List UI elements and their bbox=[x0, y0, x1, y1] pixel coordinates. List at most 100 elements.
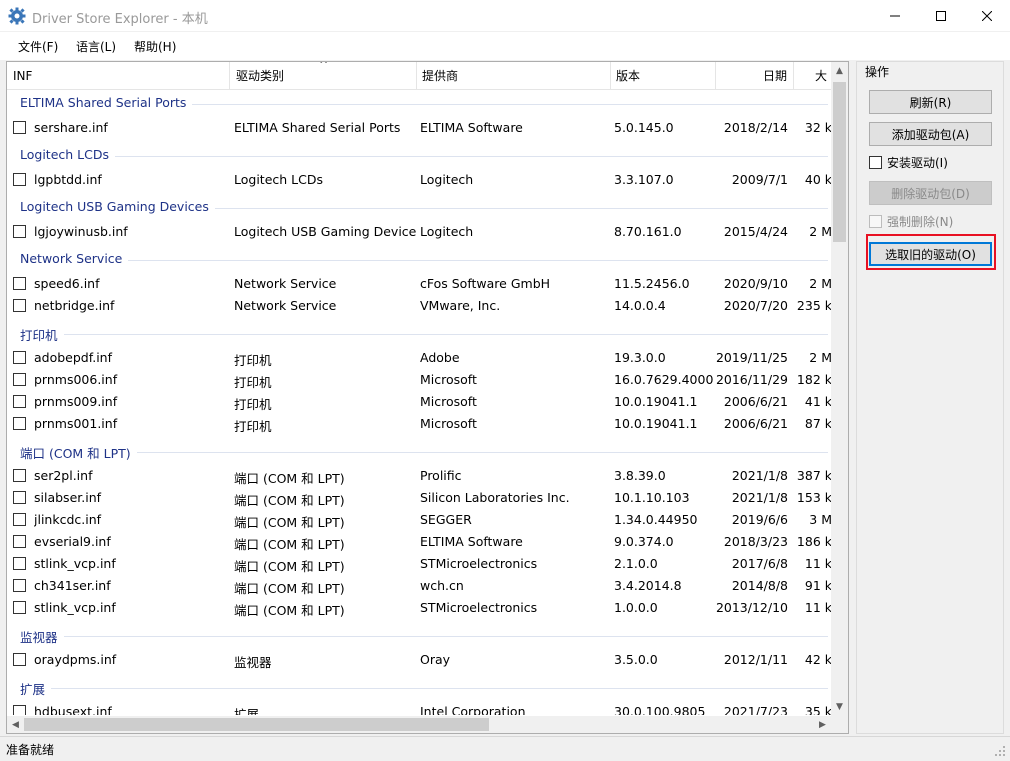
force-delete-checkbox[interactable]: 强制删除(N) bbox=[869, 213, 953, 229]
scroll-right-icon[interactable]: ▶ bbox=[814, 716, 831, 733]
driver-row[interactable]: speed6.inf Network Service cFos Software G… bbox=[7, 272, 831, 294]
provider-cell: Logitech bbox=[420, 172, 474, 187]
class-cell: 监视器 bbox=[234, 655, 272, 670]
row-checkbox[interactable] bbox=[13, 121, 26, 134]
group-label: Network Service bbox=[20, 251, 129, 266]
date-cell: 2021/7/23 bbox=[723, 704, 788, 715]
driver-row[interactable]: stlink_vcp.inf 端口 (COM 和 LPT) STMicroelect… bbox=[7, 552, 831, 574]
class-cell: 打印机 bbox=[234, 375, 272, 390]
provider-cell: STMicroelectronics bbox=[420, 600, 538, 615]
driver-row[interactable]: oraydpms.inf 监视器 Oray 3.5.0.0 2012/1/11 42 k bbox=[7, 648, 831, 670]
date-cell: 2013/12/10 bbox=[715, 600, 788, 615]
driver-row[interactable]: netbridge.inf Network Service VMware, Inc.… bbox=[7, 294, 831, 316]
add-package-button[interactable]: 添加驱动包(A) bbox=[869, 122, 992, 146]
date-cell: 2021/1/8 bbox=[731, 468, 788, 483]
scroll-left-icon[interactable]: ◀ bbox=[7, 716, 24, 733]
row-checkbox[interactable] bbox=[13, 653, 26, 666]
driver-row[interactable]: ser2pl.inf 端口 (COM 和 LPT) Prolific 3.8.39.0… bbox=[7, 464, 831, 486]
class-cell: 端口 (COM 和 LPT) bbox=[234, 515, 345, 530]
group-header[interactable]: 端口 (COM 和 LPT) bbox=[20, 441, 828, 463]
version-cell: 1.34.0.44950 bbox=[614, 512, 698, 527]
checkbox-box[interactable] bbox=[869, 214, 882, 228]
row-checkbox[interactable] bbox=[13, 491, 26, 504]
version-cell: 10.1.10.103 bbox=[614, 490, 690, 505]
group-header[interactable]: 打印机 bbox=[20, 323, 828, 345]
delete-package-button[interactable]: 删除驱动包(D) bbox=[869, 181, 992, 205]
date-cell: 2006/6/21 bbox=[723, 416, 788, 431]
version-cell: 30.0.100.9805 bbox=[614, 704, 706, 715]
driver-row[interactable]: ch341ser.inf 端口 (COM 和 LPT) wch.cn 3.4.2014… bbox=[7, 574, 831, 596]
row-checkbox[interactable] bbox=[13, 173, 26, 186]
driver-row[interactable]: stlink_vcp.inf 端口 (COM 和 LPT) STMicroelect… bbox=[7, 596, 831, 618]
class-cell: 端口 (COM 和 LPT) bbox=[234, 581, 345, 596]
size-cell: 42 k bbox=[804, 652, 831, 667]
row-checkbox[interactable] bbox=[13, 557, 26, 570]
inf-cell: prnms009.inf bbox=[34, 394, 118, 409]
row-checkbox[interactable] bbox=[13, 579, 26, 592]
gear-icon bbox=[8, 7, 26, 25]
group-header[interactable]: ELTIMA Shared Serial Ports bbox=[20, 93, 828, 115]
date-cell: 2019/6/6 bbox=[731, 512, 788, 527]
horizontal-scroll-thumb[interactable] bbox=[24, 718, 489, 731]
driver-row[interactable]: adobepdf.inf 打印机 Adobe 19.3.0.0 2019/11/25 2 … bbox=[7, 346, 831, 368]
menu-help[interactable]: 帮助(H) bbox=[134, 38, 176, 55]
version-cell: 8.70.161.0 bbox=[614, 224, 682, 239]
row-checkbox[interactable] bbox=[13, 513, 26, 526]
date-cell: 2021/1/8 bbox=[731, 490, 788, 505]
group-header[interactable]: 扩展 bbox=[20, 677, 828, 699]
group-header[interactable]: Network Service bbox=[20, 249, 828, 271]
version-cell: 16.0.7629.4000 bbox=[614, 372, 714, 387]
column-header-size[interactable]: 大 bbox=[793, 62, 831, 89]
row-checkbox[interactable] bbox=[13, 417, 26, 430]
driver-row[interactable]: prnms009.inf 打印机 Microsoft 10.0.19041.1 2006… bbox=[7, 390, 831, 412]
maximize-button[interactable] bbox=[918, 0, 964, 32]
driver-row[interactable]: jlinkcdc.inf 端口 (COM 和 LPT) SEGGER 1.34.0.4… bbox=[7, 508, 831, 530]
provider-cell: Intel Corporation bbox=[420, 704, 526, 715]
size-cell: 87 k bbox=[804, 416, 831, 431]
inf-cell: adobepdf.inf bbox=[34, 350, 112, 365]
scroll-up-icon[interactable]: ▲ bbox=[831, 62, 848, 79]
driver-row[interactable]: silabser.inf 端口 (COM 和 LPT) Silicon Labora… bbox=[7, 486, 831, 508]
row-checkbox[interactable] bbox=[13, 705, 26, 715]
row-checkbox[interactable] bbox=[13, 469, 26, 482]
driver-row[interactable]: prnms001.inf 打印机 Microsoft 10.0.19041.1 2006… bbox=[7, 412, 831, 434]
column-header-version[interactable]: 版本 bbox=[610, 62, 715, 89]
driver-row[interactable]: hdbusext.inf 扩展 Intel Corporation 30.0.100.… bbox=[7, 700, 831, 715]
driver-row[interactable]: sershare.inf ELTIMA Shared Serial Ports EL… bbox=[7, 116, 831, 138]
row-checkbox[interactable] bbox=[13, 601, 26, 614]
group-header[interactable]: 监视器 bbox=[20, 625, 828, 647]
vertical-scroll-thumb[interactable] bbox=[833, 82, 846, 242]
vertical-scrollbar[interactable]: ▲ ▼ bbox=[831, 62, 848, 717]
checkbox-box[interactable] bbox=[869, 155, 882, 169]
row-checkbox[interactable] bbox=[13, 395, 26, 408]
resize-grip-icon[interactable] bbox=[994, 745, 1006, 757]
column-header-inf[interactable]: INF bbox=[7, 62, 229, 89]
row-checkbox[interactable] bbox=[13, 373, 26, 386]
group-label: Logitech USB Gaming Devices bbox=[20, 199, 215, 214]
column-header-date[interactable]: 日期 bbox=[715, 62, 793, 89]
row-checkbox[interactable] bbox=[13, 225, 26, 238]
install-driver-checkbox[interactable]: 安装驱动(I) bbox=[869, 154, 948, 170]
menu-language[interactable]: 语言(L) bbox=[76, 38, 116, 55]
driver-row[interactable]: prnms006.inf 打印机 Microsoft 16.0.7629.4000 20… bbox=[7, 368, 831, 390]
scroll-down-icon[interactable]: ▼ bbox=[831, 698, 848, 715]
menu-file[interactable]: 文件(F) bbox=[18, 38, 58, 55]
class-cell: 端口 (COM 和 LPT) bbox=[234, 537, 345, 552]
class-cell: 打印机 bbox=[234, 353, 272, 368]
refresh-button[interactable]: 刷新(R) bbox=[869, 90, 992, 114]
row-checkbox[interactable] bbox=[13, 299, 26, 312]
horizontal-scrollbar[interactable]: ◀ ▶ bbox=[7, 716, 831, 733]
maximize-icon bbox=[936, 11, 946, 21]
column-header-provider[interactable]: 提供商 bbox=[416, 62, 610, 89]
group-header[interactable]: Logitech USB Gaming Devices bbox=[20, 197, 828, 219]
row-checkbox[interactable] bbox=[13, 277, 26, 290]
driver-row[interactable]: lgjoywinusb.inf Logitech USB Gaming Devic… bbox=[7, 220, 831, 242]
close-button[interactable] bbox=[964, 0, 1010, 32]
row-checkbox[interactable] bbox=[13, 535, 26, 548]
row-checkbox[interactable] bbox=[13, 351, 26, 364]
driver-row[interactable]: lgpbtdd.inf Logitech LCDs Logitech 3.3.107.… bbox=[7, 168, 831, 190]
group-header[interactable]: Logitech LCDs bbox=[20, 145, 828, 167]
minimize-button[interactable] bbox=[872, 0, 918, 32]
driver-row[interactable]: evserial9.inf 端口 (COM 和 LPT) ELTIMA Softwa… bbox=[7, 530, 831, 552]
inf-cell: silabser.inf bbox=[34, 490, 102, 505]
